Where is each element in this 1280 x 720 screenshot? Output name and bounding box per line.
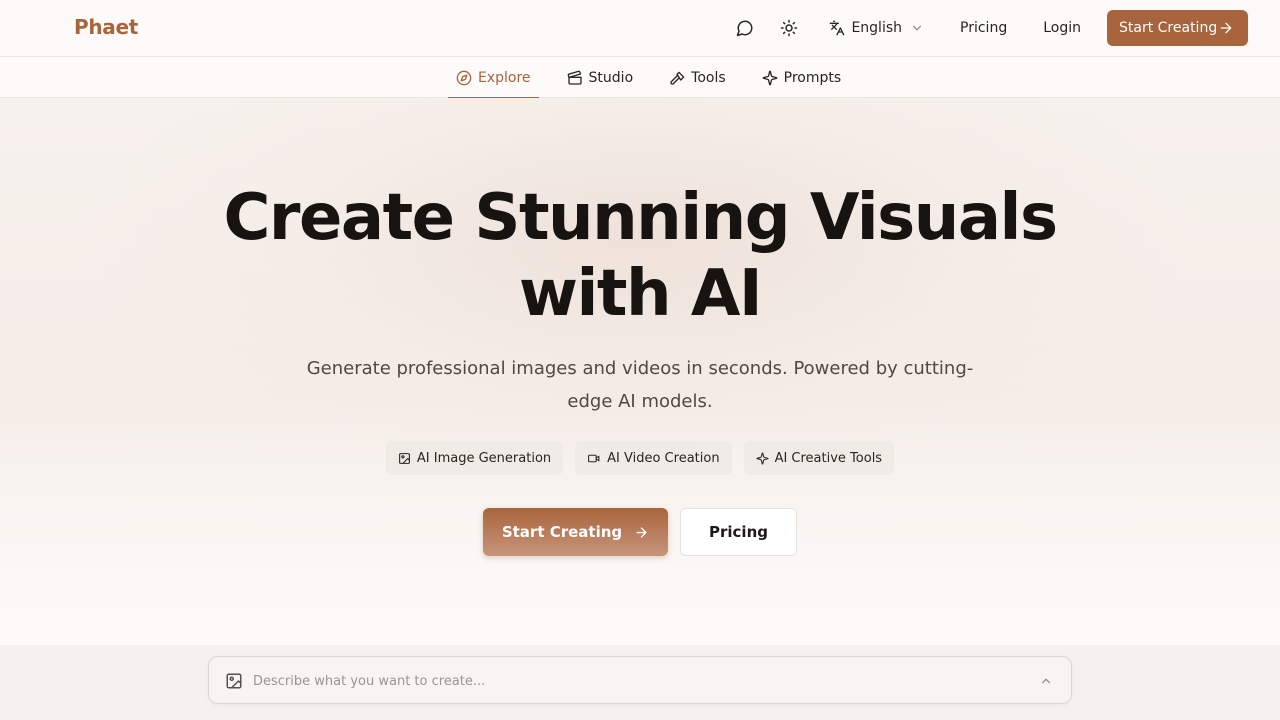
start-creating-label: Start Creating [1119, 20, 1218, 36]
chat-bubble-icon [737, 20, 753, 37]
tab-studio[interactable]: Studio [559, 57, 642, 98]
feature-chips: AI Image Generation AI Video Creation AI… [0, 441, 1280, 475]
top-header: Phaet English Pricing Login Start Creati… [0, 0, 1280, 57]
arrow-right-icon [1220, 22, 1232, 34]
hero-actions: Start Creating Pricing [0, 508, 1280, 556]
chat-button[interactable] [727, 10, 763, 46]
chip-image-generation: AI Image Generation [385, 441, 564, 475]
tab-explore-label: Explore [478, 69, 531, 86]
hero-start-creating-button[interactable]: Start Creating [483, 508, 668, 556]
tab-prompts-label: Prompts [783, 69, 842, 86]
chip-creative-tools-label: AI Creative Tools [774, 450, 883, 466]
video-icon [588, 454, 600, 462]
theme-toggle-button[interactable] [771, 10, 807, 46]
hero-start-creating-label: Start Creating [501, 523, 623, 541]
language-label: English [851, 20, 903, 36]
chip-video-creation: AI Video Creation [575, 441, 732, 475]
nav-tabs: Explore Studio Tools Prompts [448, 57, 869, 99]
logo[interactable]: Phaet [74, 15, 138, 39]
tab-studio-label: Studio [588, 69, 634, 86]
tab-tools[interactable]: Tools [661, 57, 734, 98]
sub-navigation: Explore Studio Tools Prompts [0, 57, 1280, 99]
hero-section: Create Stunning Visuals with AI Generate… [0, 98, 1280, 645]
tab-explore[interactable]: Explore [448, 57, 539, 99]
compass-icon [456, 70, 472, 85]
chip-creative-tools: AI Creative Tools [743, 441, 895, 475]
chip-image-generation-label: AI Image Generation [416, 450, 552, 466]
tab-prompts[interactable]: Prompts [754, 57, 850, 98]
image-icon [398, 452, 410, 464]
header-actions: English Pricing Login Start Creating [727, 10, 1248, 46]
translate-icon [830, 20, 845, 36]
sun-icon [781, 19, 798, 37]
hero-subtitle: Generate professional images and videos … [306, 358, 974, 412]
hero-pricing-button[interactable]: Pricing [680, 508, 797, 556]
image-icon[interactable] [225, 672, 243, 690]
prompt-bar [208, 656, 1072, 704]
prompt-input[interactable] [253, 669, 1013, 693]
hammer-icon [670, 71, 685, 85]
arrow-right-icon [636, 526, 648, 538]
start-creating-button[interactable]: Start Creating [1107, 10, 1248, 46]
sparkles-icon [762, 70, 778, 85]
chevron-up-icon[interactable] [1039, 674, 1053, 688]
sparkles-icon [756, 451, 769, 465]
login-link[interactable]: Login [1029, 10, 1095, 46]
chip-video-creation-label: AI Video Creation [607, 450, 720, 466]
tab-tools-label: Tools [691, 69, 726, 86]
language-select[interactable]: English [821, 10, 932, 46]
pricing-link[interactable]: Pricing [946, 10, 1021, 46]
hero-title-line2: with AI [518, 257, 763, 331]
chevron-down-icon [912, 25, 922, 31]
clapperboard-icon [567, 70, 582, 85]
hero-title-line1: Create Stunning Visuals [223, 181, 1058, 255]
